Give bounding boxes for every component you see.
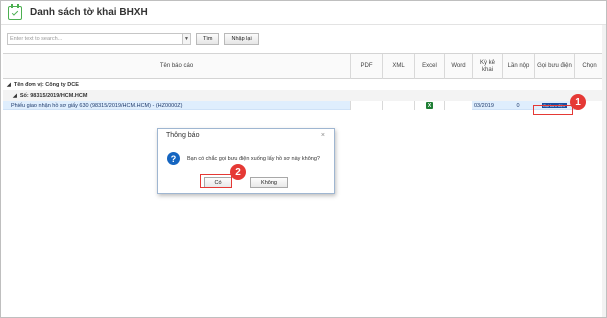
group-row-number[interactable]: ◢ Số: 98315/2019/HCM.HCM — [3, 90, 604, 101]
col-times-header[interactable]: Lần nộp — [502, 54, 534, 79]
col-period-header[interactable]: Kỳ kê khai — [472, 54, 502, 79]
col-xml-header[interactable]: XML — [382, 54, 414, 79]
question-icon: ? — [167, 152, 180, 165]
find-button[interactable]: Tìm — [196, 33, 220, 45]
step-badge: 2 — [230, 164, 246, 180]
reset-button[interactable]: Nhập lại — [224, 33, 259, 45]
no-button[interactable]: Không — [250, 177, 288, 188]
times-cell: 0 — [516, 102, 520, 109]
chevron-down-icon[interactable]: ▼ — [182, 34, 190, 44]
report-grid: Tên báo cáo PDF XML Excel Word Kỳ kê kha… — [3, 53, 604, 110]
excel-cell: X — [414, 101, 444, 110]
collapse-icon[interactable]: ◢ — [13, 93, 17, 99]
app-window: Danh sách tờ khai BHXH ▼ Tìm Nhập lại Tê… — [0, 0, 607, 318]
calendar-check-icon — [8, 3, 22, 20]
col-name-header[interactable]: Tên báo cáo — [3, 54, 350, 79]
scrollbar[interactable] — [602, 25, 606, 317]
col-select-header[interactable]: Chọn — [574, 54, 604, 79]
col-word-header[interactable]: Word — [444, 54, 472, 79]
dialog-title-text: Thông báo — [166, 132, 200, 139]
search-input[interactable] — [8, 34, 182, 44]
close-icon[interactable]: × — [321, 132, 325, 139]
title-bar: Danh sách tờ khai BHXH — [1, 1, 606, 25]
callout-highlight — [533, 105, 573, 115]
collapse-icon[interactable]: ◢ — [7, 82, 11, 88]
col-pdf-header[interactable]: PDF — [350, 54, 382, 79]
group-row-unit[interactable]: ◢ Tên đơn vị: Công ty DCE — [3, 79, 604, 90]
dialog-title: Thông báo × — [158, 129, 334, 142]
period-cell: 03/2019 — [474, 102, 494, 109]
grid-header: Tên báo cáo PDF XML Excel Word Kỳ kê kha… — [3, 53, 604, 79]
search-box: ▼ — [7, 33, 191, 45]
xml-cell — [382, 101, 414, 110]
group-label: Tên đơn vị: Công ty DCE — [13, 81, 79, 88]
page-title: Danh sách tờ khai BHXH — [30, 7, 148, 18]
table-row[interactable]: Phiếu giao nhận hồ sơ giấy 630 (98315/20… — [3, 101, 604, 110]
group-label: Số: 98315/2019/HCM.HCM — [19, 92, 88, 99]
col-excel-header[interactable]: Excel — [414, 54, 444, 79]
col-post-header[interactable]: Gọi bưu điện — [534, 54, 574, 79]
report-name-cell: Phiếu giao nhận hồ sơ giấy 630 (98315/20… — [11, 102, 183, 109]
dialog-message: Bạn có chắc gọi bưu điện xuống lấy hồ sơ… — [187, 155, 320, 162]
callout-highlight — [200, 174, 232, 188]
word-cell — [444, 101, 472, 110]
excel-file-icon[interactable]: X — [426, 102, 433, 109]
dialog-body: ? Bạn có chắc gọi bưu điện xuống lấy hồ … — [158, 142, 334, 165]
search-toolbar: ▼ Tìm Nhập lại — [1, 29, 606, 49]
confirm-dialog: Thông báo × ? Bạn có chắc gọi bưu điện x… — [157, 128, 335, 194]
pdf-cell — [350, 101, 382, 110]
step-badge: 1 — [570, 94, 586, 110]
